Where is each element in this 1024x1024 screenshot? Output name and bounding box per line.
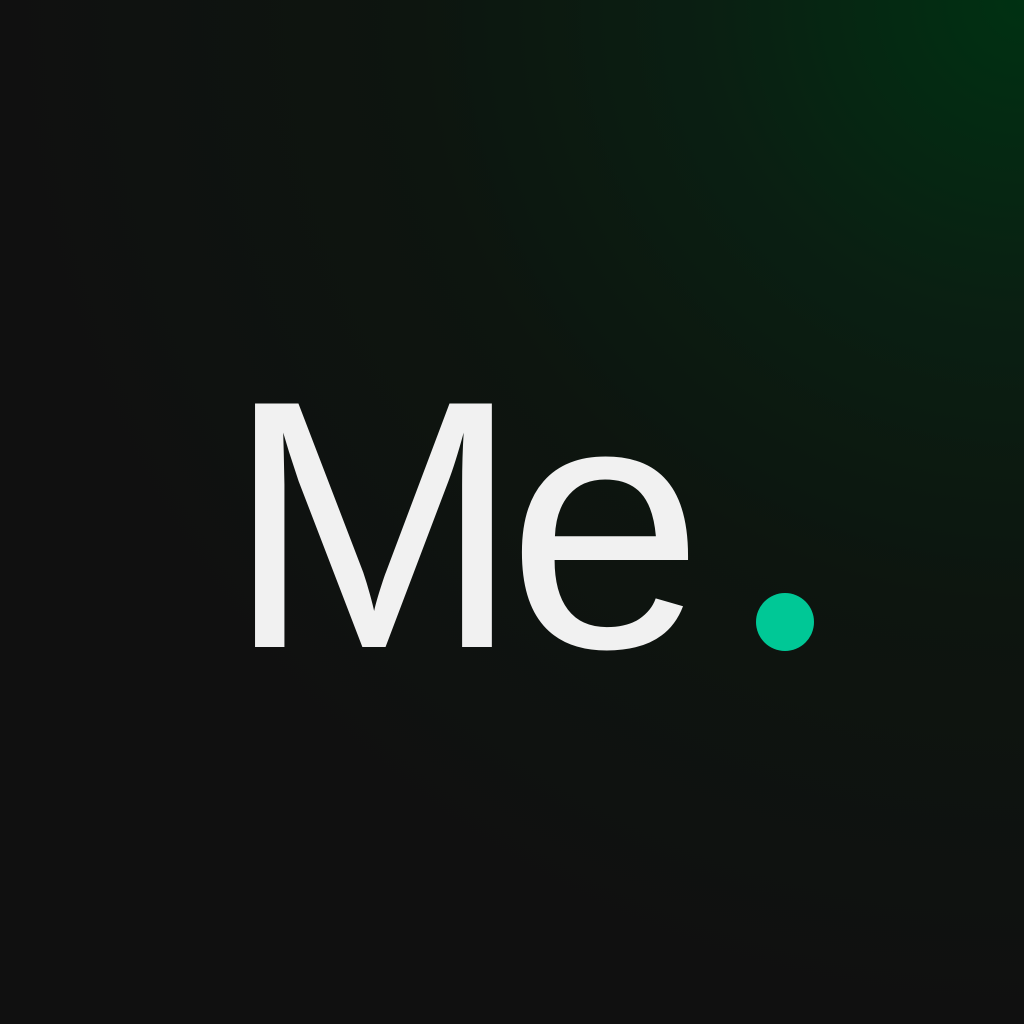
app-icon-canvas: Me: [0, 0, 1024, 1024]
logo-mark: Me: [226, 328, 814, 723]
logo-dot: [756, 593, 814, 651]
logo-wordmark: Me: [226, 328, 690, 723]
